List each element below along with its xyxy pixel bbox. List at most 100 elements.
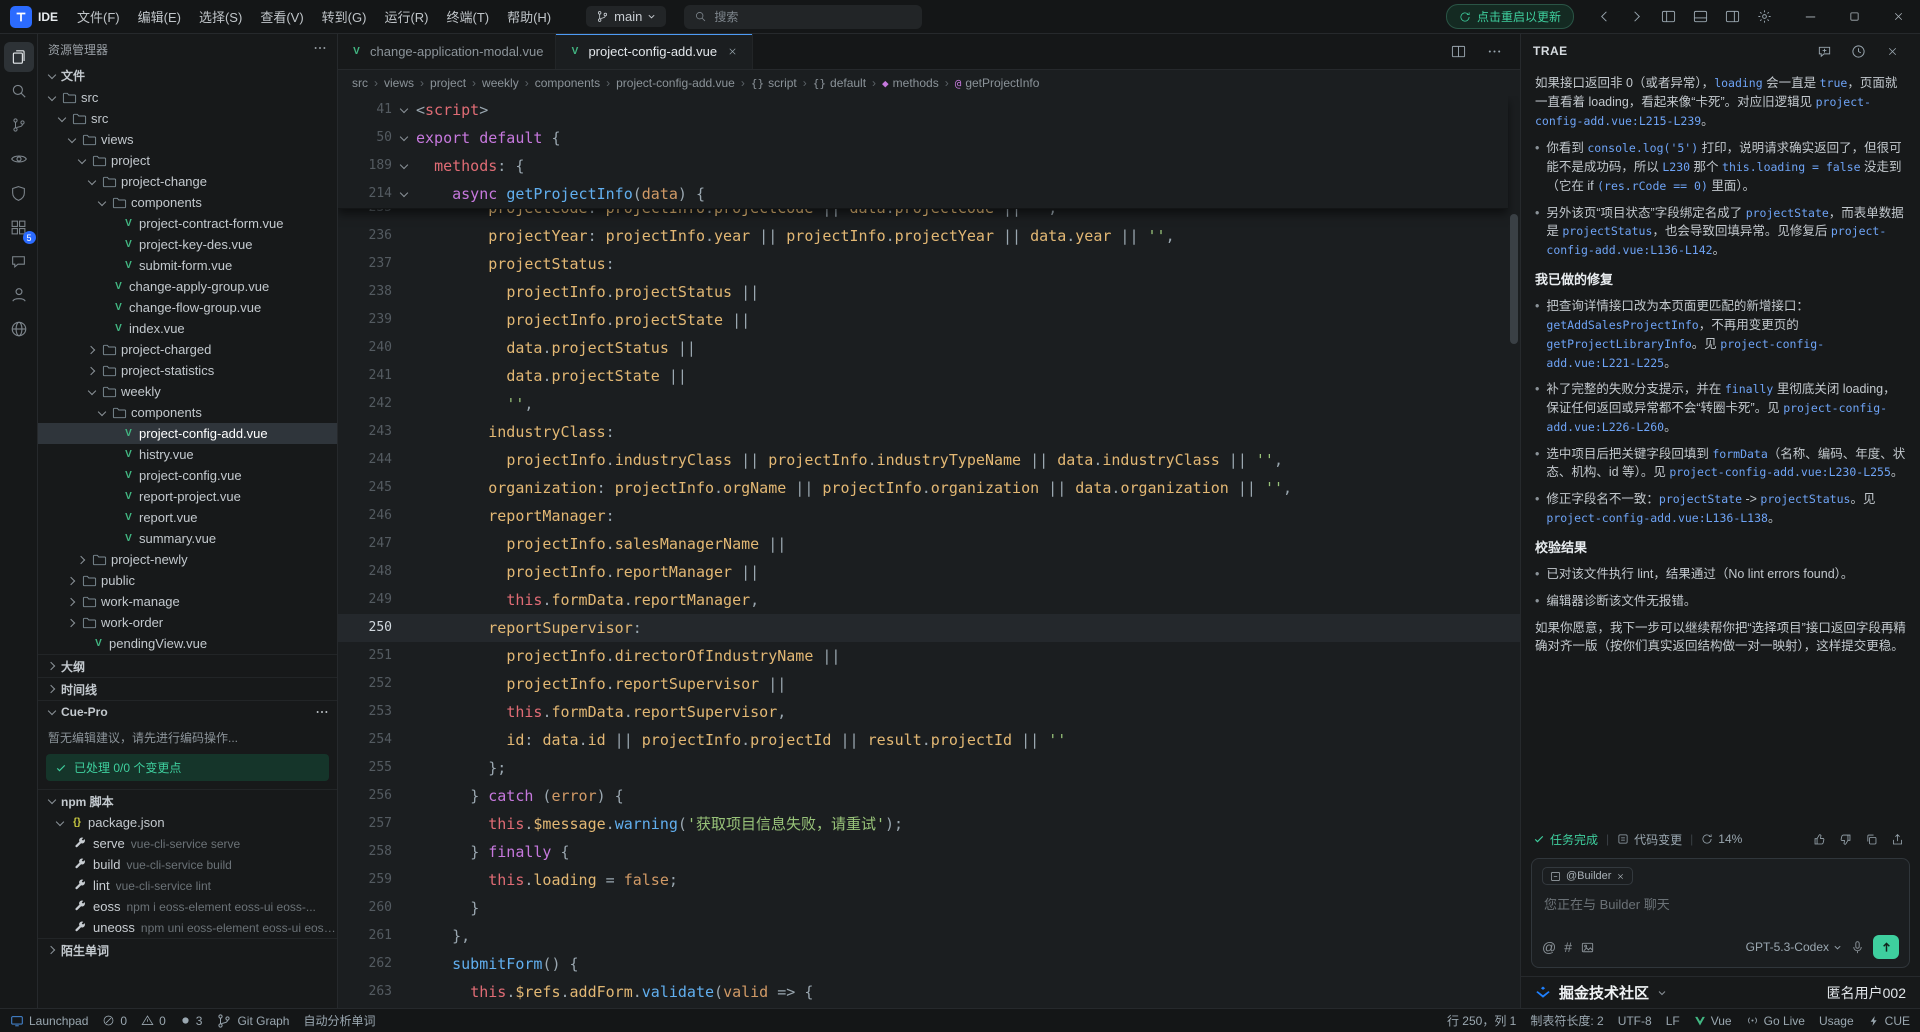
inline-code[interactable]: finally: [1725, 382, 1773, 396]
activity-account[interactable]: [4, 280, 34, 310]
code-line-189[interactable]: 189 methods: {: [338, 152, 1508, 180]
settings-button[interactable]: [1748, 3, 1780, 31]
tree-item-project-config-add.vue[interactable]: Vproject-config-add.vue: [38, 423, 337, 444]
inline-code[interactable]: projectState: [1659, 492, 1742, 506]
npm-script-eoss[interactable]: eossnpm i eoss-element eoss-ui eoss-...: [38, 896, 337, 917]
code-line-244[interactable]: 244 projectInfo.industryClass || project…: [338, 446, 1520, 474]
maximize-window-button[interactable]: [1832, 0, 1876, 34]
inline-code[interactable]: console.log('5'): [1587, 141, 1698, 155]
code-line-247[interactable]: 247 projectInfo.salesManagerName ||: [338, 530, 1520, 558]
code-line-238[interactable]: 238 projectInfo.projectStatus ||: [338, 278, 1520, 306]
inline-code[interactable]: project-config-add.vue:L230-L255: [1669, 465, 1891, 479]
community-bar[interactable]: 掘金技术社区 匿名用户002: [1521, 976, 1920, 1008]
toggle-sidebar-button[interactable]: [1652, 3, 1684, 31]
attach-image-button[interactable]: [1580, 940, 1595, 955]
close-icon[interactable]: [1616, 872, 1625, 881]
status-launchpad[interactable]: Launchpad: [10, 1014, 88, 1028]
tree-item-histry.vue[interactable]: Vhistry.vue: [38, 444, 337, 465]
inline-code[interactable]: project-config-add.vue:L136-L138: [1546, 511, 1768, 525]
chat-input[interactable]: @Builder 您正在与 Builder 聊天 @ # GPT-5.3-Cod…: [1531, 858, 1910, 968]
tree-item-report.vue[interactable]: Vreport.vue: [38, 507, 337, 528]
builder-context-chip[interactable]: @Builder: [1542, 867, 1633, 885]
tree-item-work-manage[interactable]: work-manage: [38, 591, 337, 612]
status-tab-size[interactable]: 制表符长度: 2: [1530, 1012, 1603, 1029]
menu-item-6[interactable]: 终端(T): [437, 0, 498, 34]
close-panel-button[interactable]: [1876, 37, 1908, 65]
microphone-button[interactable]: [1850, 940, 1865, 955]
code-line-246[interactable]: 246 reportManager:: [338, 502, 1520, 530]
section-timeline[interactable]: 时间线: [38, 677, 337, 700]
activity-explorer[interactable]: [4, 42, 34, 72]
code-line-248[interactable]: 248 projectInfo.reportManager ||: [338, 558, 1520, 586]
new-conversation-button[interactable]: [1808, 37, 1840, 65]
breadcrumb-item-default[interactable]: {}default: [813, 76, 866, 90]
npm-script-uneoss[interactable]: uneossnpm uni eoss-element eoss-ui eoss-…: [38, 917, 337, 938]
code-line-240[interactable]: 240 data.projectStatus ||: [338, 334, 1520, 362]
code-line-250[interactable]: 250 reportSupervisor:: [338, 614, 1520, 642]
section-unknown-words[interactable]: 陌生单词: [38, 938, 337, 961]
minimize-window-button[interactable]: [1788, 0, 1832, 34]
activity-extensions[interactable]: 5: [4, 212, 34, 242]
activity-chat[interactable]: [4, 246, 34, 276]
code-editor[interactable]: 41<script>50export default {189 methods:…: [338, 96, 1520, 1008]
restart-update-button[interactable]: 点击重启以更新: [1446, 4, 1574, 29]
tree-item-public[interactable]: public: [38, 570, 337, 591]
breadcrumb-item-project-config-add.vue[interactable]: project-config-add.vue: [616, 76, 735, 90]
inline-code[interactable]: (res.rCode == 0): [1597, 179, 1708, 193]
tree-item-project[interactable]: project: [38, 150, 337, 171]
status-errors[interactable]: 0: [102, 1014, 127, 1028]
status-eol[interactable]: LF: [1666, 1014, 1680, 1028]
mention-button[interactable]: @: [1542, 939, 1556, 955]
model-selector[interactable]: GPT-5.3-Codex: [1746, 940, 1842, 954]
npm-script-serve[interactable]: servevue-cli-service serve: [38, 833, 337, 854]
topic-button[interactable]: #: [1564, 939, 1572, 955]
menu-item-4[interactable]: 转到(G): [313, 0, 376, 34]
status-encoding[interactable]: UTF-8: [1618, 1014, 1652, 1028]
inline-code[interactable]: getProjectLibraryInfo: [1546, 337, 1691, 351]
forward-button[interactable]: [1620, 3, 1652, 31]
inline-code[interactable]: L230: [1662, 160, 1690, 174]
editor-scrollbar[interactable]: [1508, 96, 1520, 1008]
breadcrumb-item-script[interactable]: {}script: [751, 76, 797, 90]
npm-script-lint[interactable]: lintvue-cli-service lint: [38, 875, 337, 896]
breadcrumb-item-weekly[interactable]: weekly: [482, 76, 519, 90]
ai-chat-messages[interactable]: 如果接口返回非 0（或者异常），loading 会一直是 true，页面就一直看…: [1521, 68, 1920, 824]
code-line-243[interactable]: 243 industryClass:: [338, 418, 1520, 446]
status-usage[interactable]: Usage: [1819, 1014, 1854, 1028]
inline-code[interactable]: loading: [1714, 76, 1762, 90]
npm-package-json[interactable]: {} package.json: [38, 812, 337, 833]
tree-item-work-order[interactable]: work-order: [38, 612, 337, 633]
inline-code[interactable]: formData: [1712, 447, 1767, 461]
code-line-245[interactable]: 245 organization: projectInfo.orgName ||…: [338, 474, 1520, 502]
tree-item-index.vue[interactable]: Vindex.vue: [38, 318, 337, 339]
menu-item-0[interactable]: 文件(F): [68, 0, 129, 34]
activity-preview[interactable]: [4, 144, 34, 174]
tree-item-project-key-des.vue[interactable]: Vproject-key-des.vue: [38, 234, 337, 255]
section-files[interactable]: 文件: [38, 64, 337, 87]
status-notifications[interactable]: 3: [180, 1014, 203, 1028]
tree-item-project-newly[interactable]: project-newly: [38, 549, 337, 570]
section-npm-scripts[interactable]: npm 脚本: [38, 789, 337, 812]
status-git-graph[interactable]: Git Graph: [216, 1013, 289, 1029]
code-line-252[interactable]: 252 projectInfo.reportSupervisor ||: [338, 670, 1520, 698]
menu-item-1[interactable]: 编辑(E): [129, 0, 190, 34]
code-line-249[interactable]: 249 this.formData.reportManager,: [338, 586, 1520, 614]
tree-item-project-charged[interactable]: project-charged: [38, 339, 337, 360]
section-cuepro[interactable]: Cue-Pro: [38, 700, 337, 723]
code-line-263[interactable]: 263 this.$refs.addForm.validate(valid =>…: [338, 978, 1520, 1006]
tree-item-summary.vue[interactable]: Vsummary.vue: [38, 528, 337, 549]
activity-source-control[interactable]: [4, 110, 34, 140]
thumbs-up-button[interactable]: [1808, 828, 1830, 850]
thumbs-down-button[interactable]: [1834, 828, 1856, 850]
history-button[interactable]: [1842, 37, 1874, 65]
breadcrumb-item-components[interactable]: components: [535, 76, 600, 90]
tree-item-src[interactable]: src: [38, 87, 337, 108]
tree-item-project-config.vue[interactable]: Vproject-config.vue: [38, 465, 337, 486]
activity-browser[interactable]: [4, 314, 34, 344]
tree-item-weekly[interactable]: weekly: [38, 381, 337, 402]
editor-tab-change-application-modal.vue[interactable]: Vchange-application-modal.vue: [338, 34, 556, 69]
code-line-236[interactable]: 236 projectYear: projectInfo.year || pro…: [338, 222, 1520, 250]
code-line-260[interactable]: 260 }: [338, 894, 1520, 922]
breadcrumb-item-src[interactable]: src: [352, 76, 368, 90]
menu-item-5[interactable]: 运行(R): [375, 0, 437, 34]
